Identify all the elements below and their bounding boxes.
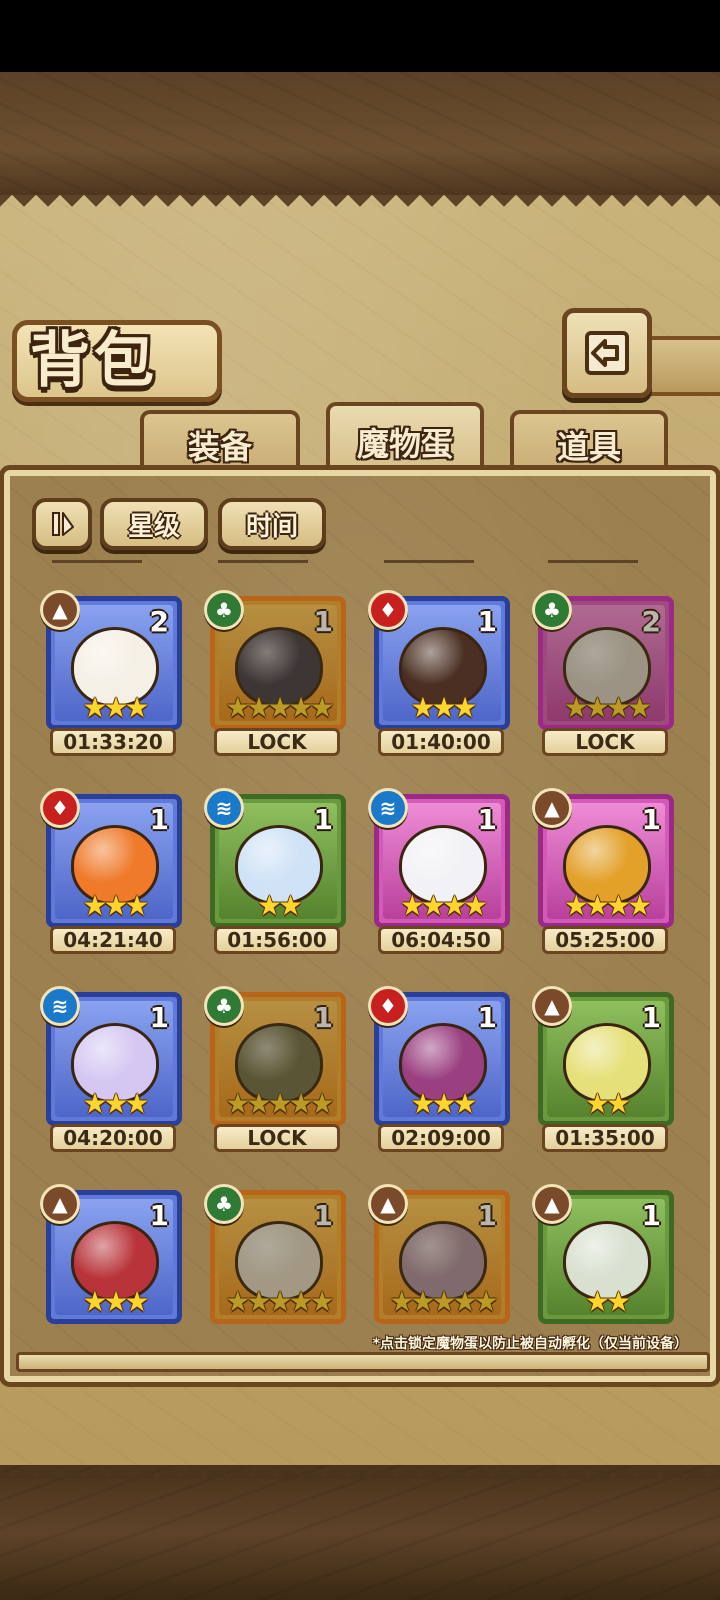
column-divider xyxy=(218,560,308,563)
egg-count: 1 xyxy=(477,1199,497,1232)
egg-star-rating: ★★★ xyxy=(410,691,477,724)
column-divider xyxy=(548,560,638,563)
sort-order-button[interactable] xyxy=(32,498,92,550)
egg-star-rating: ★★ xyxy=(584,1285,631,1318)
egg-hatch-timer: 02:09:00 xyxy=(378,1124,504,1152)
earth-element-icon: ▲ xyxy=(368,1184,408,1224)
egg-count: 1 xyxy=(477,605,497,638)
tab-items[interactable]: 道具 xyxy=(510,410,668,476)
monster-egg-image xyxy=(399,1221,487,1301)
fire-element-icon: ♦ xyxy=(368,590,408,630)
back-arrow-icon xyxy=(585,331,629,375)
egg-count: 1 xyxy=(149,803,169,836)
earth-element-icon: ▲ xyxy=(40,590,80,630)
egg-hatch-timer: 01:40:00 xyxy=(378,728,504,756)
nature-element-icon: ♣ xyxy=(204,1184,244,1224)
status-bar xyxy=(0,0,720,72)
nature-element-icon: ♣ xyxy=(532,590,572,630)
egg-star-rating: ★★★ xyxy=(82,1087,149,1120)
water-element-icon: ≋ xyxy=(204,788,244,828)
auto-hatch-lock-note: *点击锁定魔物蛋以防止被自动孵化（仅当前设备） xyxy=(372,1336,688,1352)
sort-by-star-button[interactable]: 星级 xyxy=(100,498,208,550)
fire-element-icon: ♦ xyxy=(40,788,80,828)
column-divider xyxy=(384,560,474,563)
tab-equipment-label: 装备 xyxy=(187,428,252,466)
torn-edge-bottom xyxy=(0,1455,720,1479)
sort-by-time-label: 时间 xyxy=(245,511,298,542)
egg-count: 1 xyxy=(313,605,333,638)
sort-by-star-label: 星级 xyxy=(127,511,180,542)
panel-bottom-rail xyxy=(16,1352,710,1372)
tab-monster-egg-label: 魔物蛋 xyxy=(356,425,453,463)
torn-edge-top xyxy=(0,195,720,219)
egg-count: 1 xyxy=(477,1001,497,1034)
egg-hatch-timer: 01:56:00 xyxy=(214,926,340,954)
tab-items-label: 道具 xyxy=(556,428,621,466)
egg-count: 1 xyxy=(641,803,661,836)
egg-star-rating: ★★★★★ xyxy=(389,1285,499,1318)
water-element-icon: ≋ xyxy=(368,788,408,828)
nature-element-icon: ♣ xyxy=(204,590,244,630)
egg-count: 1 xyxy=(641,1001,661,1034)
egg-hatch-timer: 06:04:50 xyxy=(378,926,504,954)
nature-element-icon: ♣ xyxy=(204,986,244,1026)
egg-star-rating: ★★★ xyxy=(82,889,149,922)
back-button[interactable] xyxy=(562,308,652,398)
egg-star-rating: ★★★★ xyxy=(563,691,652,724)
egg-lock-label[interactable]: LOCK xyxy=(214,728,340,756)
egg-star-rating: ★★★★★ xyxy=(225,691,335,724)
column-divider xyxy=(52,560,142,563)
tab-equipment[interactable]: 装备 xyxy=(140,410,300,476)
map-background-top xyxy=(0,72,720,202)
egg-star-rating: ★★★ xyxy=(410,1087,477,1120)
egg-star-rating: ★★ xyxy=(256,889,303,922)
monster-egg-image xyxy=(235,1221,323,1301)
egg-hatch-timer: 01:35:00 xyxy=(542,1124,668,1152)
egg-hatch-timer: 01:33:20 xyxy=(50,728,176,756)
map-background-bottom xyxy=(0,1465,720,1600)
egg-count: 1 xyxy=(313,803,333,836)
water-element-icon: ≋ xyxy=(40,986,80,1026)
egg-count: 2 xyxy=(641,605,661,638)
egg-lock-label[interactable]: LOCK xyxy=(214,1124,340,1152)
egg-count: 1 xyxy=(149,1199,169,1232)
egg-count: 1 xyxy=(477,803,497,836)
egg-grid: 2 ★★★ ▲ 01:33:20 1 ★★★★★ ♣ LOCK 1 ★★★ ♦ 01:40:00 2 ★★… xyxy=(20,576,700,1328)
egg-star-rating: ★★ xyxy=(584,1087,631,1120)
earth-element-icon: ▲ xyxy=(532,986,572,1026)
egg-lock-label[interactable]: LOCK xyxy=(542,728,668,756)
egg-hatch-timer: 04:21:40 xyxy=(50,926,176,954)
tab-monster-egg[interactable]: 魔物蛋 xyxy=(326,402,484,478)
sort-toggle-icon xyxy=(52,512,74,536)
egg-count: 1 xyxy=(313,1199,333,1232)
egg-hatch-timer: 04:20:00 xyxy=(50,1124,176,1152)
sort-by-time-button[interactable]: 时间 xyxy=(218,498,326,550)
monster-egg-image xyxy=(235,627,323,707)
earth-element-icon: ▲ xyxy=(40,1184,80,1224)
monster-egg-image xyxy=(235,1023,323,1103)
egg-hatch-timer: 05:25:00 xyxy=(542,926,668,954)
earth-element-icon: ▲ xyxy=(532,1184,572,1224)
fire-element-icon: ♦ xyxy=(368,986,408,1026)
egg-star-rating: ★★★ xyxy=(82,691,149,724)
egg-count: 1 xyxy=(313,1001,333,1034)
monster-egg-image xyxy=(563,627,651,707)
egg-count: 2 xyxy=(149,605,169,638)
egg-star-rating: ★★★★★ xyxy=(225,1285,335,1318)
egg-star-rating: ★★★★ xyxy=(399,889,488,922)
egg-star-rating: ★★★★ xyxy=(563,889,652,922)
egg-count: 1 xyxy=(641,1199,661,1232)
egg-star-rating: ★★★ xyxy=(82,1285,149,1318)
egg-star-rating: ★★★★★ xyxy=(225,1087,335,1120)
egg-count: 1 xyxy=(149,1001,169,1034)
page-title: 背包 xyxy=(30,326,158,396)
earth-element-icon: ▲ xyxy=(532,788,572,828)
